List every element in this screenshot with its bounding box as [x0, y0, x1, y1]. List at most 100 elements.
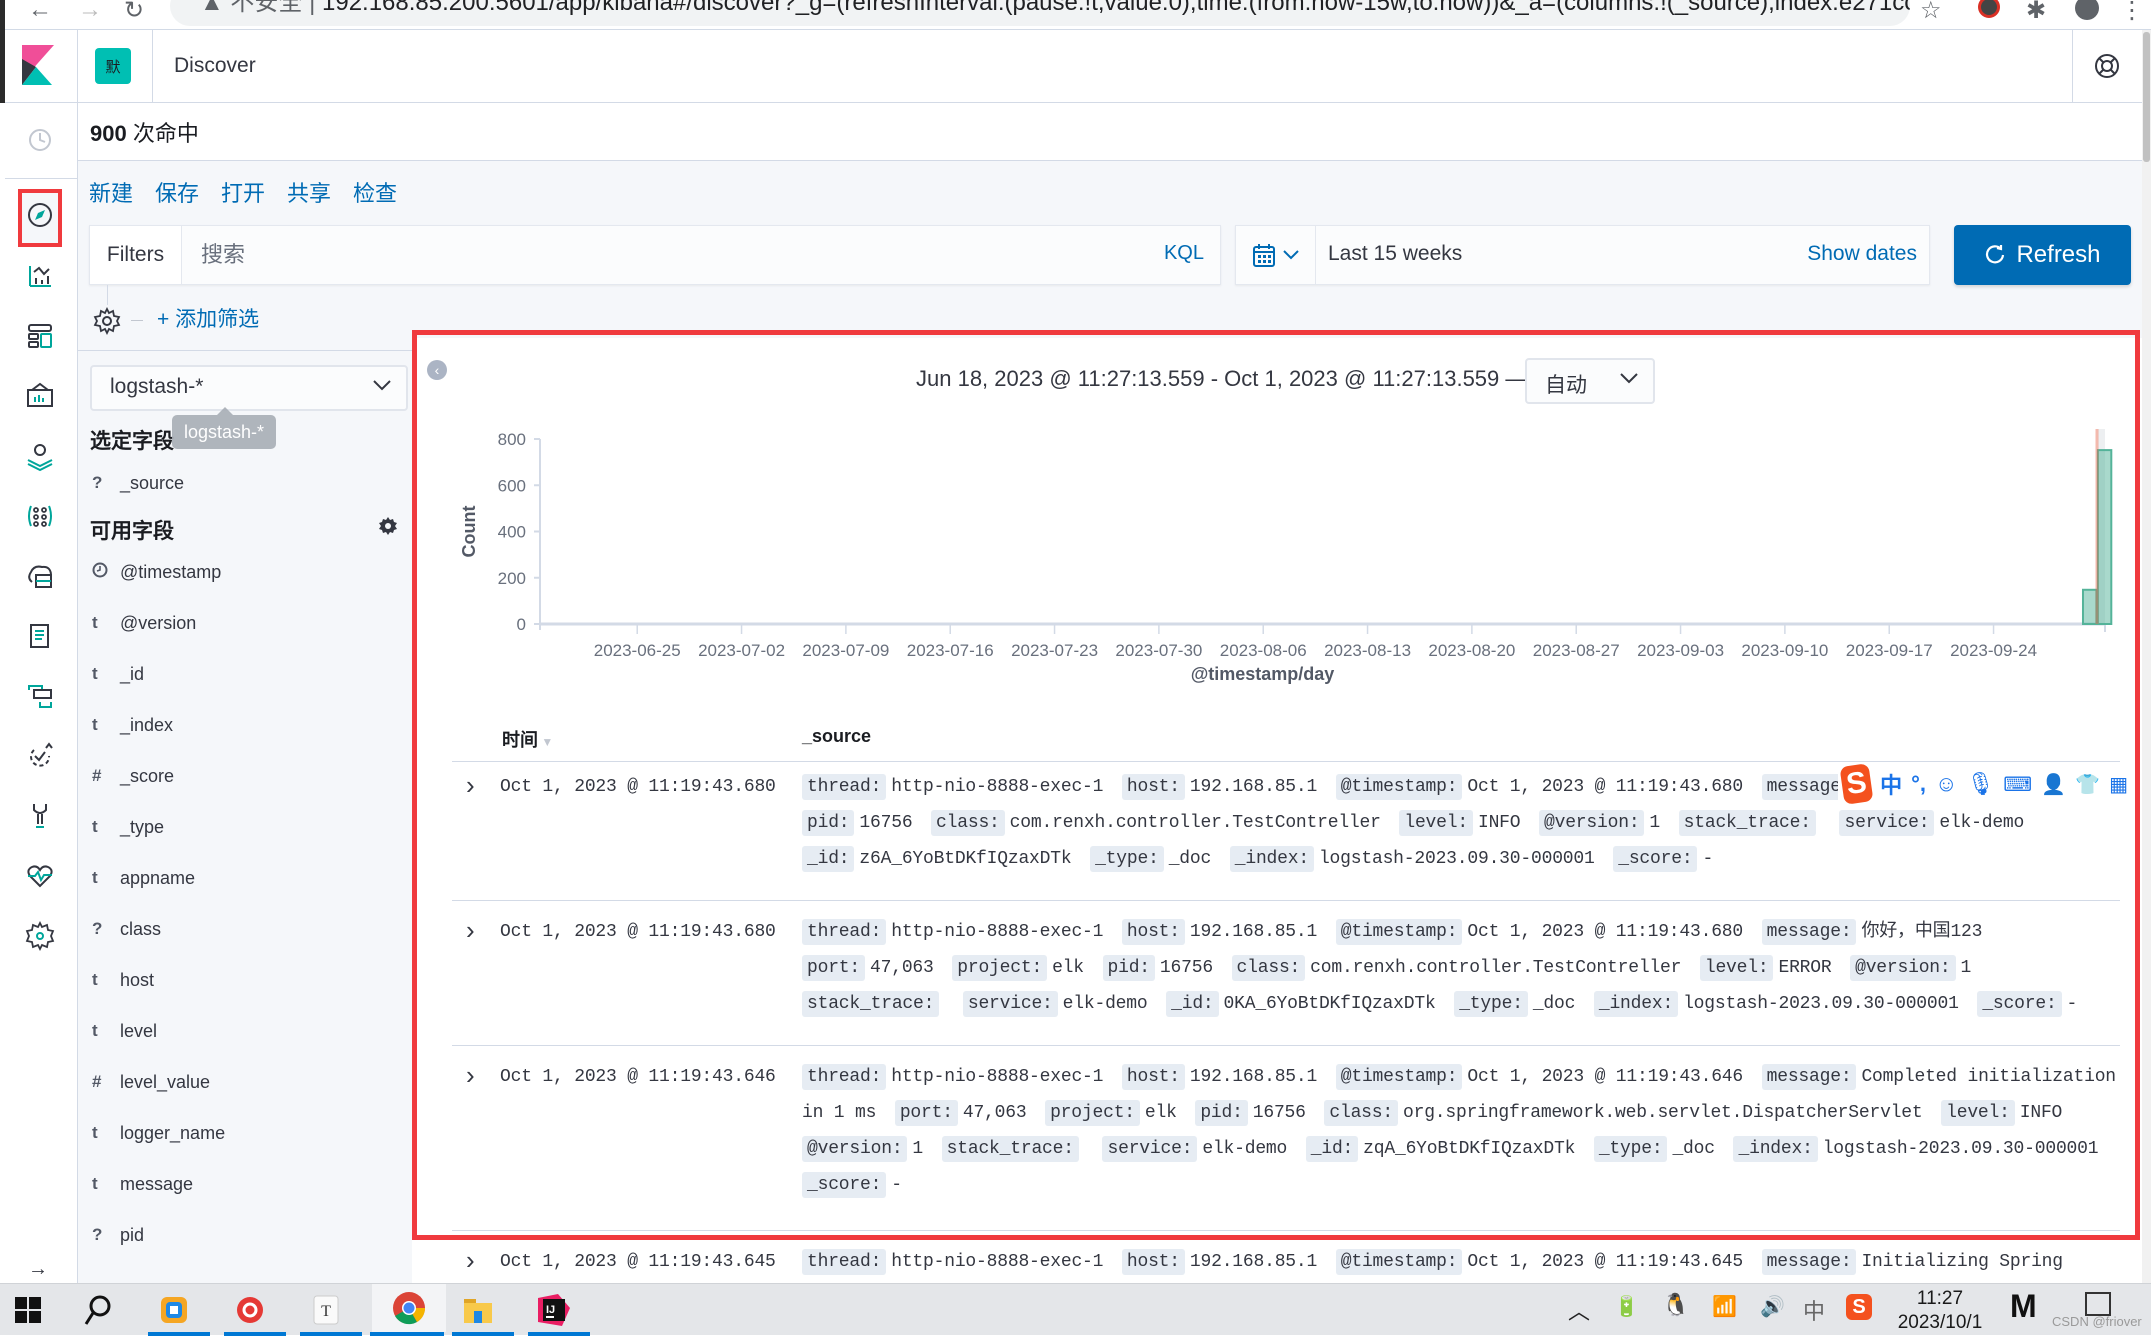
bookmark-star-icon[interactable]: ☆ [1920, 0, 1942, 25]
mi-logo-icon[interactable]: M [2010, 1288, 2037, 1325]
ime-toolbar[interactable]: S 中 °, ☺ 🎙 ⌨ 👤 👕 ▦ [1838, 762, 2128, 806]
taskbar-search-icon[interactable] [74, 1289, 122, 1331]
add-filter-button[interactable]: + 添加筛选 [157, 303, 259, 333]
field-class[interactable]: ? class [90, 914, 161, 944]
taskbar-intellij-icon[interactable]: IJ [530, 1289, 578, 1331]
taskbar-start-icon[interactable] [4, 1289, 52, 1331]
expand-row-icon[interactable]: › [466, 1062, 475, 1088]
quick-select-button[interactable] [1236, 226, 1316, 284]
puzzle-icon[interactable]: ✱ [2026, 0, 2046, 25]
field-id[interactable]: t _id [90, 659, 144, 689]
notifications-icon[interactable] [2085, 1292, 2111, 1316]
field-timestamp[interactable]: @timestamp [90, 557, 221, 587]
index-pattern-select[interactable]: logstash-* [90, 365, 408, 411]
menu-inspect[interactable]: 检查 [353, 176, 397, 208]
nav-item-dev-tools[interactable] [22, 798, 58, 834]
filters-button[interactable]: Filters [90, 226, 182, 284]
qq-icon[interactable]: 🐧 [1662, 1292, 1689, 1318]
field-source[interactable]: ? _source [90, 468, 184, 498]
column-header-time[interactable]: 时间 ▼ [502, 726, 553, 752]
field-host[interactable]: t host [90, 965, 154, 995]
back-icon[interactable]: ← [28, 0, 52, 24]
sort-desc-icon[interactable]: ▼ [538, 735, 553, 749]
wifi-icon[interactable]: 📶 [1712, 1294, 1737, 1319]
show-dates-link[interactable]: Show dates [1807, 242, 1917, 266]
punctuation-icon[interactable]: °, [1911, 771, 1926, 797]
nav-item-management[interactable] [22, 918, 58, 954]
field-levelvalue[interactable]: # level_value [90, 1067, 210, 1097]
source-field-key: @timestamp: [1335, 919, 1463, 945]
filter-settings-gear-icon[interactable] [93, 307, 121, 335]
expand-row-icon[interactable]: › [466, 1247, 475, 1273]
search-input[interactable] [183, 226, 1118, 284]
profile-icon[interactable] [2075, 0, 2099, 20]
refresh-button[interactable]: Refresh [1954, 225, 2131, 285]
volume-icon[interactable]: 🔊 [1760, 1294, 1785, 1319]
sogou-logo-icon[interactable]: S [1839, 763, 1874, 805]
kibana-logo-icon[interactable] [22, 45, 54, 85]
field-index[interactable]: t _index [90, 710, 173, 740]
field-settings-gear-icon[interactable] [379, 517, 397, 535]
field-type-string-icon: t [92, 1123, 98, 1142]
nav-item-dashboard[interactable] [22, 318, 58, 354]
taskbar-typora-icon[interactable]: T [302, 1289, 350, 1331]
nav-item-infrastructure[interactable] [22, 558, 58, 594]
field-type[interactable]: t _type [90, 812, 164, 842]
keyboard-icon[interactable]: ⌨ [2003, 772, 2032, 797]
field-message[interactable]: t message [90, 1169, 193, 1199]
nav-item-uptime[interactable] [22, 738, 58, 774]
nav-item-logs[interactable] [22, 618, 58, 654]
taskbar-chrome-icon[interactable] [372, 1284, 446, 1332]
kql-toggle[interactable]: KQL [1164, 242, 1204, 265]
forward-icon[interactable]: → [78, 0, 102, 24]
ime-lang-icon[interactable]: 中 [1880, 768, 1902, 800]
emoji-icon[interactable]: ☺ [1935, 771, 1957, 797]
sogou-tray-icon[interactable]: S [1846, 1294, 1872, 1320]
field-version[interactable]: t @version [90, 608, 196, 638]
source-field-key: host: [1121, 774, 1185, 800]
interval-select[interactable]: 自动 [1525, 358, 1655, 404]
dock-nav-arrow-icon[interactable]: → [28, 1258, 48, 1281]
nav-item-discover[interactable] [22, 197, 58, 233]
user-icon[interactable]: 👤 [2041, 772, 2066, 797]
ime-language-indicator[interactable]: 中 [1803, 1294, 1825, 1326]
menu-save[interactable]: 保存 [155, 176, 199, 208]
field-loggername[interactable]: t logger_name [90, 1118, 225, 1148]
address-bar[interactable]: ▲ 不安全 | 192.168.85.200:5601/app/kibana#/… [170, 0, 1910, 26]
nav-item-apm[interactable] [22, 678, 58, 714]
nav-item-recently-viewed[interactable] [22, 122, 58, 158]
toolbox-icon[interactable]: ▦ [2109, 772, 2128, 797]
collapse-sidebar-icon[interactable]: ‹ [427, 360, 447, 380]
nav-item-visualize[interactable] [22, 258, 58, 294]
expand-row-icon[interactable]: › [466, 917, 475, 943]
scrollbar-thumb[interactable] [2143, 32, 2150, 162]
page-scrollbar[interactable] [2142, 30, 2151, 1283]
field-pid[interactable]: ? pid [90, 1220, 144, 1250]
battery-icon[interactable]: 🔋 [1614, 1294, 1639, 1319]
taskbar-hbuilder-icon[interactable] [226, 1289, 274, 1331]
field-score[interactable]: # _score [90, 761, 174, 791]
skin-icon[interactable]: 👕 [2075, 772, 2100, 797]
help-lifebuoy-icon[interactable] [2093, 52, 2121, 80]
field-appname[interactable]: t appname [90, 863, 195, 893]
taskbar-file-explorer-icon[interactable] [454, 1289, 502, 1331]
extension-icon[interactable] [1978, 0, 2000, 18]
system-clock[interactable]: 11:27 2023/10/1 [1880, 1287, 2000, 1335]
date-range-text[interactable]: Last 15 weeks [1328, 242, 1462, 266]
space-avatar[interactable]: 默 [95, 48, 131, 84]
menu-share[interactable]: 共享 [287, 176, 331, 208]
nav-item-stack-monitoring[interactable] [22, 858, 58, 894]
field-level[interactable]: t level [90, 1016, 157, 1046]
nav-item-canvas[interactable] [22, 378, 58, 414]
menu-icon[interactable]: ⋮ [2120, 0, 2144, 25]
nav-item-machine-learning[interactable] [22, 498, 58, 534]
microphone-icon[interactable]: 🎙 [1966, 771, 1994, 797]
source-field-value: 1 [912, 1139, 924, 1159]
expand-row-icon[interactable]: › [466, 772, 475, 798]
reload-icon[interactable]: ↻ [124, 0, 144, 25]
menu-new[interactable]: 新建 [89, 176, 133, 208]
tray-overflow-icon[interactable]: ︿ [1568, 1294, 1590, 1326]
taskbar-vmware-icon[interactable] [150, 1289, 198, 1331]
nav-item-maps[interactable] [22, 438, 58, 474]
menu-open[interactable]: 打开 [221, 176, 265, 208]
